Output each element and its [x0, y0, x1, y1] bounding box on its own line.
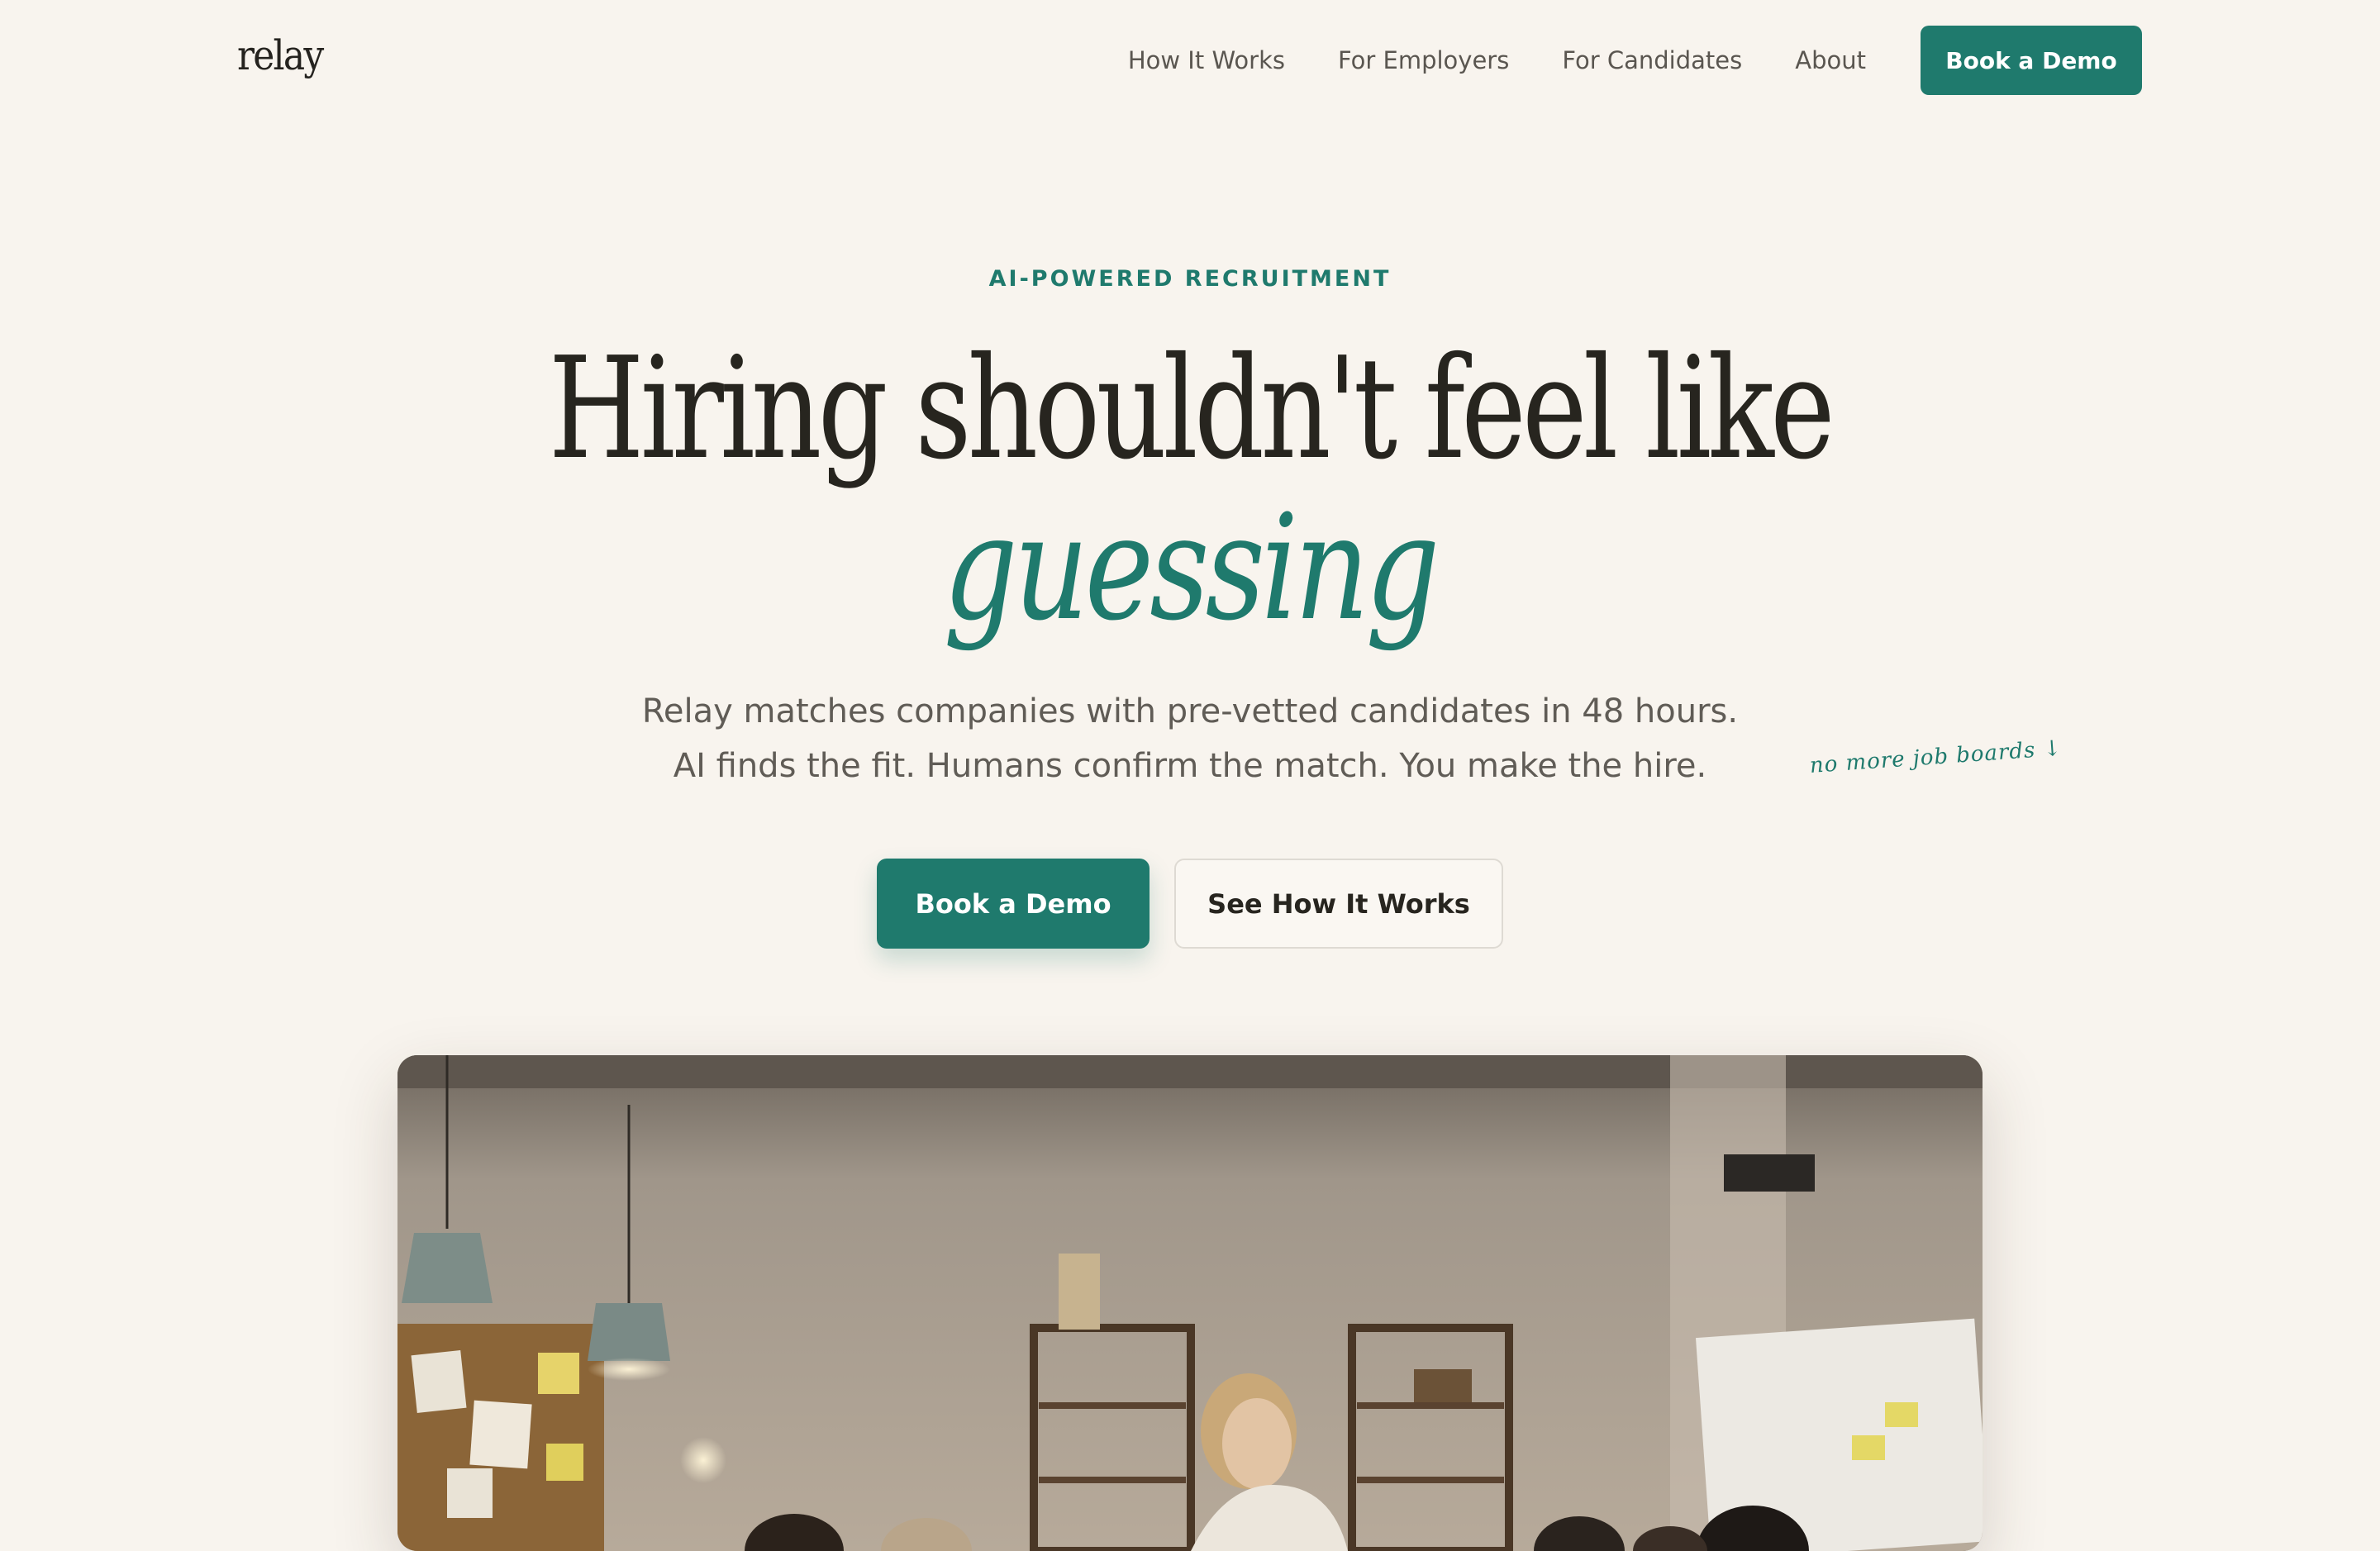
nav-link-for-employers[interactable]: For Employers — [1338, 46, 1509, 74]
hero-subcopy-line-1: Relay matches companies with pre-vetted … — [641, 692, 1739, 730]
hero-see-how-it-works-button[interactable]: See How It Works — [1174, 859, 1503, 949]
hero-cta-row: Book a Demo See How It Works — [0, 859, 2380, 949]
hero-book-demo-button[interactable]: Book a Demo — [877, 859, 1150, 949]
hero-headline: Hiring shouldn't feel like — [0, 326, 2380, 492]
hero-headline-accent-text: guessing — [943, 483, 1440, 653]
nav-links: How It Works For Employers For Candidate… — [1128, 26, 2142, 95]
nav-book-demo-button[interactable]: Book a Demo — [1921, 26, 2142, 95]
hero-team-photo — [397, 1055, 1983, 1551]
nav-link-how-it-works[interactable]: How It Works — [1128, 46, 1285, 74]
hero-headline-text: Hiring shouldn't feel like — [548, 327, 1835, 491]
hero-eyebrow: AI-POWERED RECRUITMENT — [988, 266, 1392, 292]
nav-link-for-candidates[interactable]: For Candidates — [1562, 46, 1742, 74]
office-photo-illustration — [397, 1055, 1983, 1551]
hero-headline-accent: guessing — [0, 486, 2380, 651]
relay-logo[interactable]: relay — [237, 31, 324, 79]
nav-link-about[interactable]: About — [1795, 46, 1866, 74]
top-navigation: relay How It Works For Employers For Can… — [0, 0, 2380, 121]
